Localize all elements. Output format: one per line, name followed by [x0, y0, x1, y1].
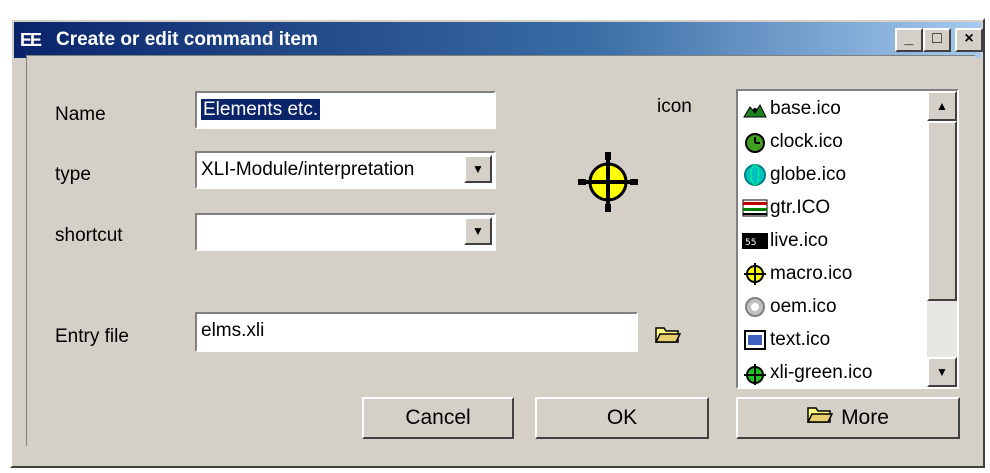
more-button-label: More — [841, 406, 889, 429]
shortcut-dropdown-button[interactable]: ▼ — [464, 217, 492, 245]
live-icon: 55 — [742, 229, 768, 253]
list-item[interactable]: xli-green.ico — [742, 357, 872, 387]
clock-icon — [742, 130, 768, 154]
shortcut-select[interactable]: ▼ — [195, 213, 496, 251]
macro-icon — [742, 262, 768, 286]
name-input[interactable]: Elements etc. — [195, 91, 496, 129]
list-item[interactable]: 55 live.ico — [742, 225, 828, 257]
macro-icon-preview — [576, 150, 640, 214]
type-dropdown-button[interactable]: ▼ — [464, 155, 492, 183]
list-item[interactable]: oem.ico — [742, 291, 837, 323]
scroll-up-button[interactable]: ▲ — [927, 91, 957, 121]
entry-file-label: Entry file — [55, 326, 129, 347]
scroll-thumb[interactable] — [927, 121, 957, 301]
minimize-button[interactable]: _ — [895, 28, 923, 52]
text-icon — [742, 328, 768, 352]
icon-label: icon — [657, 96, 692, 117]
close-button[interactable]: × — [955, 28, 983, 52]
app-icon: EE — [20, 30, 42, 50]
list-item[interactable]: base.ico — [742, 93, 841, 125]
type-select[interactable]: XLI-Module/interpretation ▼ — [195, 151, 496, 189]
oem-icon — [742, 295, 768, 319]
xli-green-icon — [742, 361, 768, 385]
entry-file-input[interactable]: elms.xli — [195, 312, 638, 352]
name-input-value: Elements etc. — [201, 99, 321, 120]
ok-button[interactable]: OK — [535, 397, 709, 439]
entry-file-value: elms.xli — [201, 320, 265, 341]
list-item[interactable]: gtr.ICO — [742, 192, 830, 224]
list-item[interactable]: text.ico — [742, 324, 830, 356]
icon-listbox[interactable]: base.ico clock.ico globe.ico gtr.ICO 55 l… — [736, 89, 959, 389]
folder-icon — [806, 399, 834, 437]
name-label: Name — [55, 104, 106, 125]
type-select-value: XLI-Module/interpretation — [201, 159, 415, 180]
gtr-icon — [742, 196, 768, 220]
cancel-button[interactable]: Cancel — [362, 397, 514, 439]
base-icon — [742, 97, 768, 121]
globe-icon — [742, 163, 768, 187]
scroll-down-button[interactable]: ▼ — [927, 357, 957, 387]
window-title: Create or edit command item — [56, 29, 318, 50]
more-button[interactable]: More — [736, 397, 960, 439]
icon-list-scrollbar[interactable]: ▲ ▼ — [927, 91, 957, 387]
list-item[interactable]: globe.ico — [742, 159, 846, 191]
list-item[interactable]: clock.ico — [742, 126, 843, 158]
title-bar[interactable]: EE Create or edit command item _ □ × — [14, 22, 983, 58]
type-label: type — [55, 164, 91, 185]
browse-folder-icon[interactable] — [654, 324, 682, 344]
list-item[interactable]: macro.ico — [742, 258, 852, 290]
svg-text:55: 55 — [745, 238, 756, 248]
shortcut-label: shortcut — [55, 225, 123, 246]
maximize-button[interactable]: □ — [923, 28, 951, 52]
